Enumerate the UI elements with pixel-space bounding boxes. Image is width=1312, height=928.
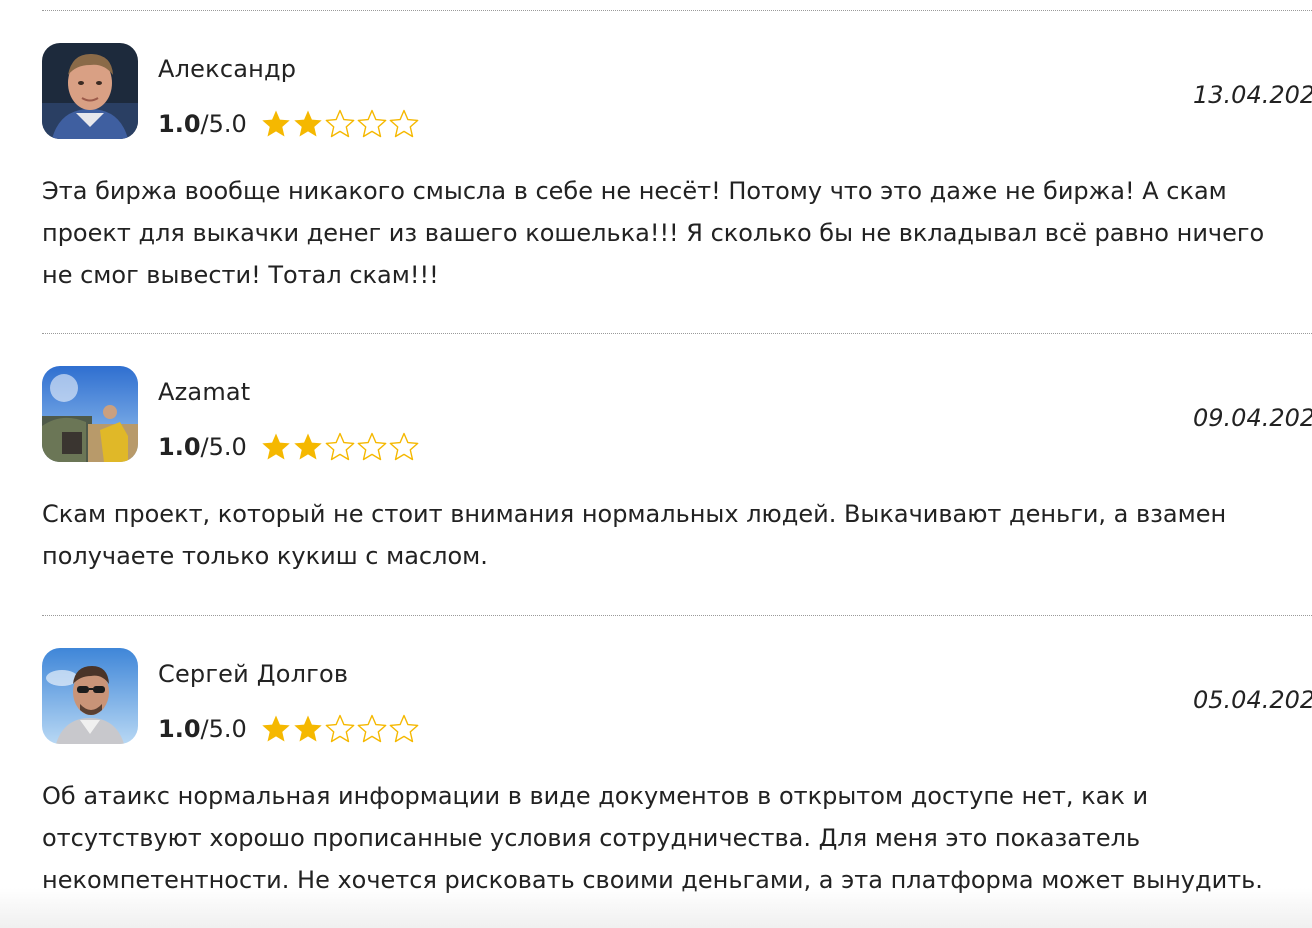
review-date: 09.04.2025 <box>1193 404 1312 432</box>
review-author: Azamat <box>158 378 251 406</box>
rating-max: /5.0 <box>200 715 247 743</box>
star-filled-icon <box>262 715 290 742</box>
avatar[interactable] <box>42 648 138 744</box>
star-outline-icon <box>325 109 355 138</box>
star-outline-icon <box>389 714 419 743</box>
star-outline-icon <box>389 432 419 461</box>
star-outline-icon <box>357 432 387 461</box>
star-filled-icon <box>262 433 290 460</box>
star-rating <box>260 108 420 140</box>
rating-max: /5.0 <box>200 433 247 461</box>
star-filled-icon <box>294 433 322 460</box>
star-filled-icon <box>294 715 322 742</box>
review-divider <box>42 615 1312 616</box>
rating-score: 1.0 <box>158 715 201 743</box>
review-date: 05.04.2025 <box>1193 686 1312 714</box>
star-outline-icon <box>389 109 419 138</box>
avatar[interactable] <box>42 366 138 462</box>
review-text: Эта биржа вообще никакого смысла в себе … <box>42 177 1265 289</box>
rating: 1.0/5.0 <box>158 712 420 746</box>
star-filled-icon <box>262 110 290 137</box>
star-outline-icon <box>325 714 355 743</box>
review-divider <box>42 333 1312 334</box>
review-author: Сергей Долгов <box>158 660 349 688</box>
star-outline-icon <box>325 432 355 461</box>
rating-score: 1.0 <box>158 110 201 138</box>
rating-max: /5.0 <box>200 110 247 138</box>
review-text: Скам проект, который не стоит внимания н… <box>42 500 1227 570</box>
review-author: Александр <box>158 55 297 83</box>
star-rating <box>260 431 420 463</box>
reviews-page: Александр 1.0/5.0 13.04.2025 Эта биржа в… <box>0 0 1312 928</box>
avatar-photo-3 <box>42 648 138 744</box>
star-outline-icon <box>357 109 387 138</box>
rating: 1.0/5.0 <box>158 107 420 141</box>
avatar-photo-1 <box>42 43 138 139</box>
star-filled-icon <box>294 110 322 137</box>
star-outline-icon <box>357 714 387 743</box>
review-divider <box>42 10 1312 11</box>
review-text: Об атаикс нормальная информации в виде д… <box>42 782 1263 894</box>
avatar-photo-2 <box>42 366 138 462</box>
star-rating <box>260 713 420 745</box>
rating-score: 1.0 <box>158 433 201 461</box>
rating: 1.0/5.0 <box>158 430 420 464</box>
review-date: 13.04.2025 <box>1193 81 1312 109</box>
avatar[interactable] <box>42 43 138 139</box>
